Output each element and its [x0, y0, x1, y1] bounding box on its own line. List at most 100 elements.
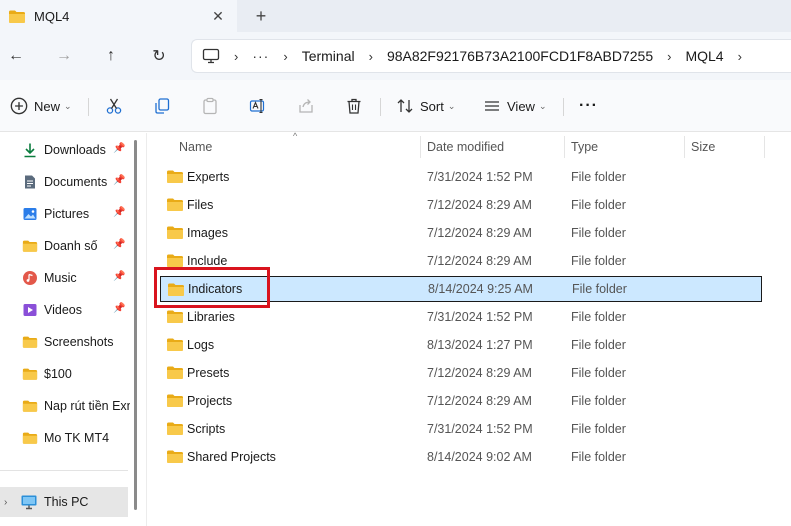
- column-header-type[interactable]: Type: [571, 133, 598, 161]
- sort-button[interactable]: Sort ⌄: [396, 92, 455, 120]
- file-type: File folder: [571, 422, 626, 436]
- sidebar-item-documents[interactable]: Documents 📌: [0, 166, 140, 198]
- sidebar-item-music[interactable]: Music 📌: [0, 262, 140, 294]
- back-button[interactable]: ←: [4, 44, 28, 68]
- rename-icon: [249, 98, 265, 114]
- sidebar-item-doanh-so[interactable]: Doanh số 📌: [0, 230, 140, 262]
- annotation-highlight: [154, 267, 270, 308]
- share-button[interactable]: [297, 92, 315, 120]
- more-options-button[interactable]: ···: [579, 92, 598, 120]
- file-date-modified: 7/12/2024 8:29 AM: [427, 226, 532, 240]
- sidebar-scrollbar[interactable]: [134, 140, 137, 510]
- view-list-icon: [485, 101, 499, 111]
- sidebar-item-downloads[interactable]: Downloads 📌: [0, 134, 140, 166]
- new-button[interactable]: New ⌄: [10, 92, 72, 120]
- pin-icon[interactable]: 📌: [113, 207, 125, 218]
- close-icon[interactable]: ✕: [207, 5, 229, 27]
- delete-button[interactable]: [345, 92, 363, 120]
- copy-button[interactable]: [153, 92, 171, 120]
- table-row[interactable]: Images 7/12/2024 8:29 AM File folder: [160, 220, 762, 246]
- trash-icon: [347, 98, 361, 114]
- column-header-size[interactable]: Size: [691, 133, 715, 161]
- sidebar-item-this-pc[interactable]: › This PC: [0, 487, 128, 517]
- cut-button[interactable]: [105, 92, 123, 120]
- address-bar[interactable]: › ··· › Terminal › 98A82F92176B73A2100FC…: [191, 39, 791, 73]
- file-date-modified: 7/31/2024 1:52 PM: [427, 422, 533, 436]
- refresh-button[interactable]: ↻: [147, 44, 171, 68]
- file-type: File folder: [571, 170, 626, 184]
- paste-button[interactable]: [201, 92, 219, 120]
- table-row[interactable]: Scripts 7/31/2024 1:52 PM File folder: [160, 416, 762, 442]
- table-row[interactable]: Files 7/12/2024 8:29 AM File folder: [160, 192, 762, 218]
- breadcrumb-overflow-button[interactable]: ···: [252, 48, 269, 64]
- table-row[interactable]: Projects 7/12/2024 8:29 AM File folder: [160, 388, 762, 414]
- view-button[interactable]: View ⌄: [483, 92, 547, 120]
- column-divider[interactable]: [684, 136, 685, 158]
- rename-button[interactable]: [249, 92, 267, 120]
- table-row[interactable]: Shared Projects 8/14/2024 9:02 AM File fol…: [160, 444, 762, 470]
- file-name: Logs: [187, 338, 215, 352]
- folder-icon: [22, 240, 38, 252]
- file-date-modified: 7/12/2024 8:29 AM: [427, 366, 532, 380]
- table-row[interactable]: Presets 7/12/2024 8:29 AM File folder: [160, 360, 762, 386]
- pin-icon[interactable]: 📌: [113, 271, 125, 282]
- file-date-modified: 8/13/2024 1:27 PM: [427, 338, 533, 352]
- sort-label: Sort: [420, 98, 444, 114]
- pin-icon[interactable]: 📌: [113, 175, 125, 186]
- pin-icon[interactable]: 📌: [113, 143, 125, 154]
- navigation-pane: Downloads 📌 Documents 📌 Pictures 📌 Doanh…: [0, 133, 146, 526]
- file-type: File folder: [571, 394, 626, 408]
- folder-icon: [167, 338, 183, 351]
- breadcrumb-terminal[interactable]: Terminal: [302, 48, 355, 64]
- navigation-bar: ← → ↑ ↻ › ··· › Terminal › 98A82F92176B7…: [0, 32, 791, 80]
- folder-icon: [167, 198, 183, 211]
- picture-icon: [23, 208, 37, 220]
- up-button[interactable]: ↑: [99, 44, 123, 68]
- forward-button[interactable]: →: [52, 44, 76, 68]
- column-divider[interactable]: [764, 136, 765, 158]
- breadcrumb-terminal-id[interactable]: 98A82F92176B73A2100FCD1F8ABD7255: [387, 48, 653, 64]
- table-row[interactable]: Logs 8/13/2024 1:27 PM File folder: [160, 332, 762, 358]
- file-date-modified: 8/14/2024 9:02 AM: [427, 450, 532, 464]
- column-header-name[interactable]: Name: [179, 133, 212, 161]
- chevron-right-icon[interactable]: ›: [4, 497, 20, 508]
- new-tab-button[interactable]: +: [250, 5, 272, 27]
- download-icon: [24, 143, 36, 158]
- column-header-date-modified[interactable]: Date modified: [427, 133, 504, 161]
- folder-icon: [9, 10, 25, 23]
- column-divider[interactable]: [564, 136, 565, 158]
- clipboard-icon: [203, 97, 217, 115]
- sidebar-item-videos[interactable]: Videos 📌: [0, 294, 140, 326]
- folder-icon: [22, 400, 38, 412]
- folder-icon: [167, 310, 183, 323]
- file-type: File folder: [571, 254, 626, 268]
- tab-bar: MQL4 ✕ +: [0, 0, 791, 32]
- file-date-modified: 7/31/2024 1:52 PM: [427, 170, 533, 184]
- tab-mql4[interactable]: MQL4 ✕: [0, 0, 237, 32]
- copy-icon: [155, 98, 170, 114]
- sidebar-item-label: Nap rút tiền Exn: [44, 399, 130, 413]
- chevron-down-icon: ⌄: [64, 100, 72, 111]
- sidebar-item-mo-tk-mt4[interactable]: Mo TK MT4: [0, 422, 140, 454]
- sidebar-item-nap-rut-tien[interactable]: Nap rút tiền Exn: [0, 390, 140, 422]
- monitor-icon: [202, 48, 220, 64]
- file-date-modified: 7/12/2024 8:29 AM: [427, 394, 532, 408]
- folder-icon: [22, 432, 38, 444]
- chevron-right-icon: ›: [283, 48, 288, 64]
- sidebar-item-screenshots[interactable]: Screenshots: [0, 326, 140, 358]
- sidebar-item-100[interactable]: $100: [0, 358, 140, 390]
- plus-circle-icon: [10, 97, 28, 115]
- sidebar-item-label: This PC: [44, 495, 89, 509]
- file-list: ^ Name Date modified Type Size Experts 7/…: [147, 131, 791, 526]
- pin-icon[interactable]: 📌: [113, 303, 125, 314]
- column-divider[interactable]: [420, 136, 421, 158]
- video-icon: [23, 304, 37, 316]
- breadcrumb-mql4[interactable]: MQL4: [685, 48, 723, 64]
- file-name: Projects: [187, 394, 233, 408]
- pin-icon[interactable]: 📌: [113, 239, 125, 250]
- folder-icon: [167, 422, 183, 435]
- chevron-right-icon[interactable]: ›: [738, 49, 742, 64]
- sidebar-item-pictures[interactable]: Pictures 📌: [0, 198, 140, 230]
- file-name: Experts: [187, 170, 230, 184]
- table-row[interactable]: Experts 7/31/2024 1:52 PM File folder: [160, 164, 762, 190]
